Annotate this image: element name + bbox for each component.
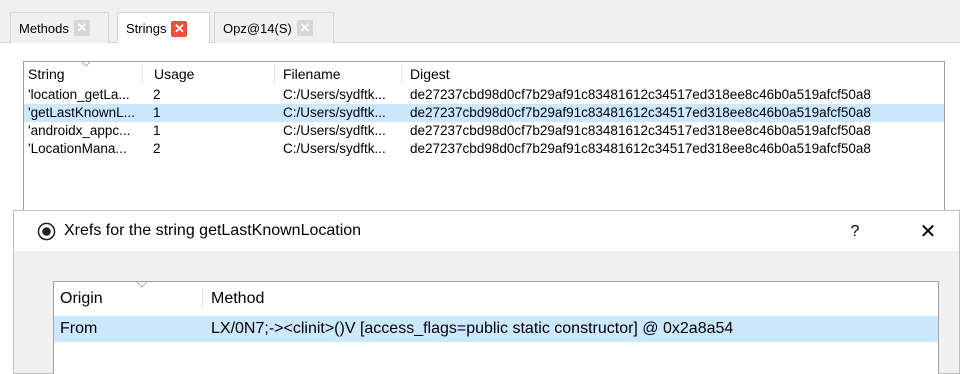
cell-filename: C:/Users/sydftk... <box>283 87 386 102</box>
cell-usage: 2 <box>153 87 161 102</box>
column-header-method[interactable]: Method <box>211 290 264 308</box>
table-row[interactable]: 'location_getLa... 2 C:/Users/sydftk... … <box>24 86 944 104</box>
tab-label: Strings <box>126 21 167 36</box>
cell-string: 'getLastKnownL... <box>28 105 135 120</box>
cell-method: LX/0N7;-><clinit>()V [access_flags=publi… <box>211 320 734 337</box>
table-row[interactable]: 'androidx_appc... 1 C:/Users/sydftk... d… <box>24 122 944 140</box>
cell-usage: 1 <box>153 123 161 138</box>
sort-indicator-icon <box>80 60 92 67</box>
table-header: Origin Method <box>54 281 938 314</box>
cell-usage: 1 <box>153 105 161 120</box>
column-separator[interactable] <box>401 64 402 84</box>
sort-indicator-icon <box>136 281 148 288</box>
dialog-title: Xrefs for the string getLastKnownLocatio… <box>64 222 362 239</box>
tab-label: Methods <box>19 20 69 36</box>
column-separator[interactable] <box>202 288 203 308</box>
column-header-filename[interactable]: Filename <box>283 66 341 82</box>
tab-bar: Methods ✕ Strings ✕ Opz@14(S) ✕ <box>0 0 960 44</box>
column-separator[interactable] <box>274 64 275 84</box>
cell-origin: From <box>60 320 98 337</box>
close-icon[interactable]: ✕ <box>296 20 313 36</box>
cell-digest: de27237cbd98d0cf7b29af91c83481612c34517e… <box>410 123 871 138</box>
table-row[interactable]: 'LocationMana... 2 C:/Users/sydftk... de… <box>24 140 944 158</box>
close-button[interactable]: ✕ <box>912 219 944 245</box>
cell-filename: C:/Users/sydftk... <box>283 123 386 138</box>
table-row-selected[interactable]: 'getLastKnownL... 1 C:/Users/sydftk... d… <box>24 104 944 122</box>
cell-string: 'LocationMana... <box>28 141 127 156</box>
tab-label: Opz@14(S) <box>223 20 292 36</box>
tab-opz[interactable]: Opz@14(S) ✕ <box>214 12 334 43</box>
close-icon[interactable]: ✕ <box>73 20 90 36</box>
column-header-usage[interactable]: Usage <box>154 66 194 82</box>
help-button[interactable]: ? <box>840 219 870 245</box>
cell-usage: 2 <box>153 141 161 156</box>
cell-filename: C:/Users/sydftk... <box>283 141 386 156</box>
strings-table[interactable]: String Usage Filename Digest 'location_g… <box>23 60 945 220</box>
close-icon[interactable]: ✕ <box>171 20 188 37</box>
radio-target-icon <box>37 222 56 241</box>
column-header-digest[interactable]: Digest <box>410 66 450 82</box>
cell-digest: de27237cbd98d0cf7b29af91c83481612c34517e… <box>410 141 871 156</box>
column-separator[interactable] <box>142 64 143 84</box>
xrefs-table[interactable]: Origin Method From LX/0N7;-><clinit>()V … <box>53 281 939 374</box>
tab-methods[interactable]: Methods ✕ <box>10 12 109 43</box>
cell-digest: de27237cbd98d0cf7b29af91c83481612c34517e… <box>410 87 871 102</box>
cell-filename: C:/Users/sydftk... <box>283 105 386 120</box>
table-row-selected[interactable]: From LX/0N7;-><clinit>()V [access_flags=… <box>54 316 938 342</box>
dialog-titlebar[interactable]: Xrefs for the string getLastKnownLocatio… <box>14 211 959 251</box>
cell-string: 'location_getLa... <box>28 87 130 102</box>
column-header-origin[interactable]: Origin <box>60 290 103 308</box>
tab-strings[interactable]: Strings ✕ <box>117 12 210 44</box>
xrefs-dialog: Xrefs for the string getLastKnownLocatio… <box>13 210 960 374</box>
cell-string: 'androidx_appc... <box>28 123 131 138</box>
table-header: String Usage Filename Digest <box>24 60 944 86</box>
column-header-string[interactable]: String <box>28 66 65 82</box>
cell-digest: de27237cbd98d0cf7b29af91c83481612c34517e… <box>410 105 871 120</box>
